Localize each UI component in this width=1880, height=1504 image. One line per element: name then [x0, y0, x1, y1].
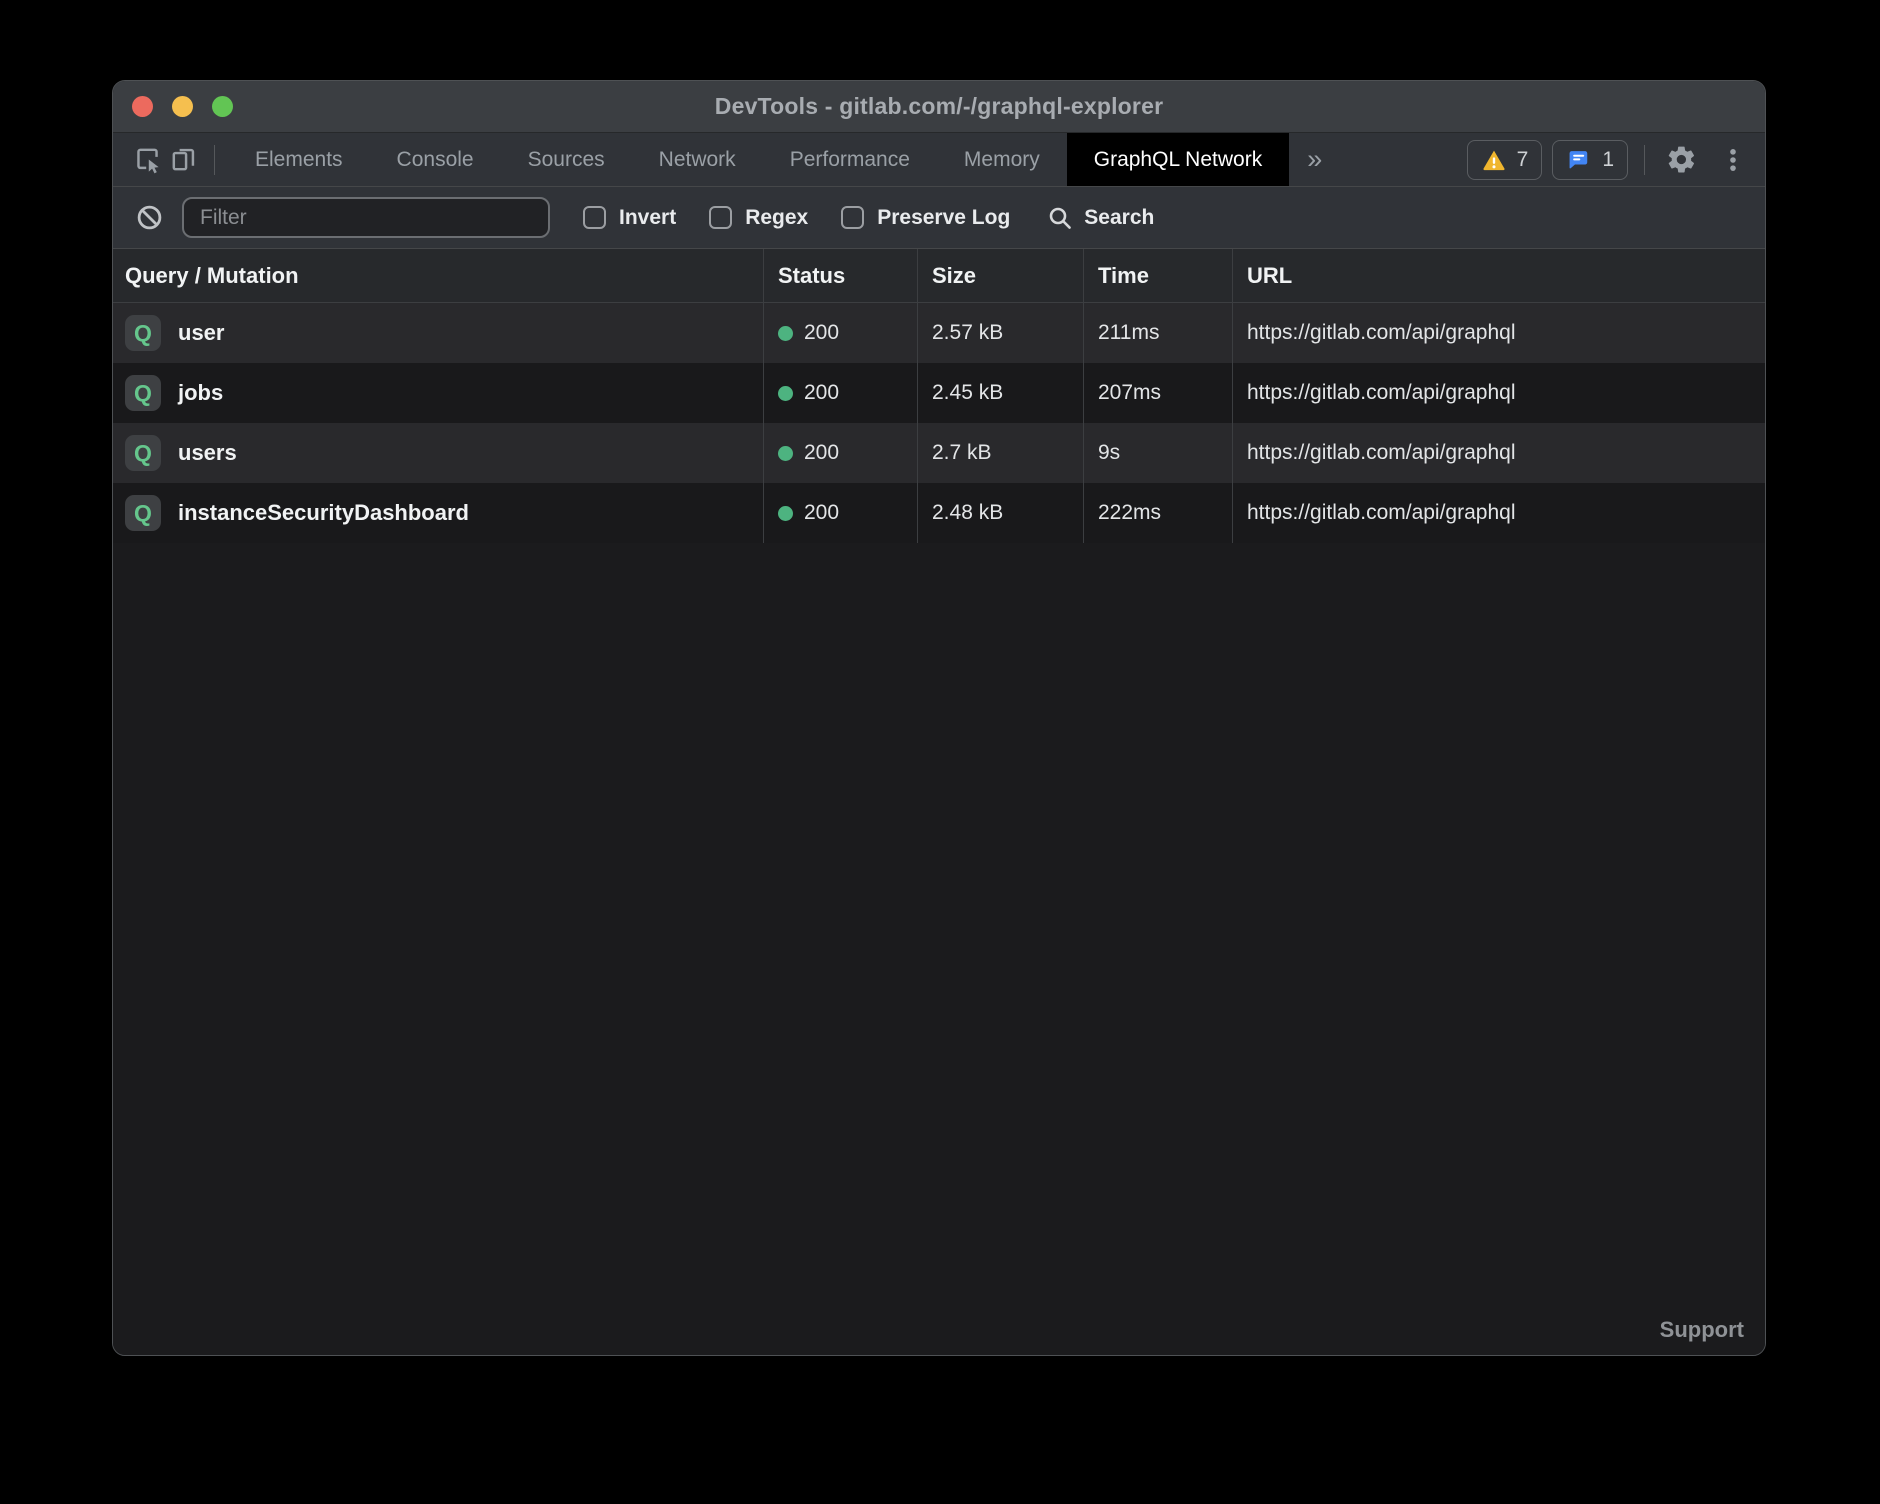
search-icon — [1046, 204, 1074, 232]
response-size: 2.57 kB — [932, 321, 1003, 345]
warnings-badge[interactable]: 7 — [1467, 140, 1543, 180]
window-title: DevTools - gitlab.com/-/graphql-explorer — [113, 93, 1765, 120]
status-code: 200 — [804, 441, 839, 465]
query-type-badge: Q — [125, 375, 161, 411]
filter-checkboxes: Invert Regex Preserve Log — [550, 206, 1010, 230]
table-header: Query / MutationStatusSizeTimeURL — [113, 249, 1765, 303]
regex-checkbox-box[interactable] — [709, 206, 732, 229]
request-url: https://gitlab.com/api/graphql — [1247, 501, 1516, 525]
request-name: user — [178, 320, 224, 346]
request-url: https://gitlab.com/api/graphql — [1247, 381, 1516, 405]
tab-network[interactable]: Network — [632, 133, 763, 186]
invert-checkbox[interactable]: Invert — [583, 206, 676, 230]
inspect-cursor-icon — [132, 144, 163, 175]
response-size: 2.45 kB — [932, 381, 1003, 405]
status-ok-dot — [778, 506, 793, 521]
filter-input[interactable] — [182, 197, 550, 238]
panel-tabs: ElementsConsoleSourcesNetworkPerformance… — [228, 133, 1289, 186]
query-type-badge: Q — [125, 495, 161, 531]
clear-requests-button[interactable] — [131, 198, 167, 238]
request-name: instanceSecurityDashboard — [178, 500, 469, 526]
search-label: Search — [1084, 206, 1154, 230]
status-code: 200 — [804, 321, 839, 345]
query-type-badge: Q — [125, 435, 161, 471]
screen-background: DevTools - gitlab.com/-/graphql-explorer… — [0, 0, 1880, 1504]
kebab-menu-icon — [1719, 146, 1747, 174]
response-time: 207ms — [1098, 381, 1161, 405]
regex-checkbox-label: Regex — [745, 206, 808, 230]
toolbar-divider — [1644, 145, 1645, 175]
device-toolbar-button[interactable] — [165, 140, 201, 180]
inspect-element-button[interactable] — [129, 140, 165, 180]
tab-console[interactable]: Console — [370, 133, 501, 186]
table-row[interactable]: Qjobs 200 2.45 kB 207ms https://gitlab.com/a… — [113, 363, 1765, 423]
more-options-button[interactable] — [1708, 146, 1749, 174]
tab-performance[interactable]: Performance — [763, 133, 937, 186]
status-ok-dot — [778, 446, 793, 461]
toolbar-right: 7 1 — [1457, 140, 1749, 180]
block-icon — [135, 203, 164, 232]
preserve-log-checkbox[interactable]: Preserve Log — [841, 206, 1010, 230]
request-url: https://gitlab.com/api/graphql — [1247, 321, 1516, 345]
maximize-window-button[interactable] — [212, 96, 233, 117]
minimize-window-button[interactable] — [172, 96, 193, 117]
devtools-window: DevTools - gitlab.com/-/graphql-explorer… — [112, 80, 1766, 1356]
invert-checkbox-label: Invert — [619, 206, 676, 230]
table-row[interactable]: Quser 200 2.57 kB 211ms https://gitlab.com/a… — [113, 303, 1765, 363]
window-controls — [132, 81, 233, 132]
close-window-button[interactable] — [132, 96, 153, 117]
warnings-count: 7 — [1517, 148, 1529, 172]
issues-count: 1 — [1602, 148, 1614, 172]
status-code: 200 — [804, 381, 839, 405]
column-header-url[interactable]: URL — [1232, 249, 1765, 302]
response-size: 2.48 kB — [932, 501, 1003, 525]
column-header-status[interactable]: Status — [763, 249, 917, 302]
tab-elements[interactable]: Elements — [228, 133, 370, 186]
response-time: 222ms — [1098, 501, 1161, 525]
request-name: jobs — [178, 380, 223, 406]
status-ok-dot — [778, 386, 793, 401]
support-link[interactable]: Support — [1660, 1317, 1744, 1343]
preserve-log-checkbox-box[interactable] — [841, 206, 864, 229]
status-code: 200 — [804, 501, 839, 525]
preserve-log-checkbox-label: Preserve Log — [877, 206, 1010, 230]
request-name: users — [178, 440, 237, 466]
request-url: https://gitlab.com/api/graphql — [1247, 441, 1516, 465]
tab-graphql-network[interactable]: GraphQL Network — [1067, 133, 1289, 186]
request-table-body: Quser 200 2.57 kB 211ms https://gitlab.com/a… — [113, 303, 1765, 543]
settings-button[interactable] — [1655, 144, 1708, 175]
table-empty-area: Support — [113, 543, 1765, 1355]
response-time: 211ms — [1098, 321, 1159, 345]
invert-checkbox-box[interactable] — [583, 206, 606, 229]
issues-badge[interactable]: 1 — [1552, 140, 1628, 180]
gear-icon — [1666, 144, 1697, 175]
table-row[interactable]: QinstanceSecurityDashboard 200 2.48 kB 222m… — [113, 483, 1765, 543]
filter-bar: Invert Regex Preserve Log Search — [113, 187, 1765, 249]
tab-memory[interactable]: Memory — [937, 133, 1067, 186]
regex-checkbox[interactable]: Regex — [709, 206, 808, 230]
table-row[interactable]: Qusers 200 2.7 kB 9s https://gitlab.com/api/… — [113, 423, 1765, 483]
search-toggle[interactable]: Search — [1046, 204, 1154, 232]
warning-icon — [1481, 147, 1507, 173]
more-tabs-button[interactable]: » — [1289, 146, 1340, 173]
tab-sources[interactable]: Sources — [501, 133, 632, 186]
message-icon — [1566, 147, 1592, 173]
device-toolbar-icon — [168, 144, 199, 175]
toolbar-divider — [214, 145, 215, 175]
response-size: 2.7 kB — [932, 441, 992, 465]
titlebar: DevTools - gitlab.com/-/graphql-explorer — [113, 81, 1765, 133]
column-header-time[interactable]: Time — [1083, 249, 1232, 302]
response-time: 9s — [1098, 441, 1120, 465]
devtools-tab-bar: ElementsConsoleSourcesNetworkPerformance… — [113, 133, 1765, 187]
status-ok-dot — [778, 326, 793, 341]
column-header-query-mutation[interactable]: Query / Mutation — [113, 249, 763, 302]
column-header-size[interactable]: Size — [917, 249, 1083, 302]
query-type-badge: Q — [125, 315, 161, 351]
